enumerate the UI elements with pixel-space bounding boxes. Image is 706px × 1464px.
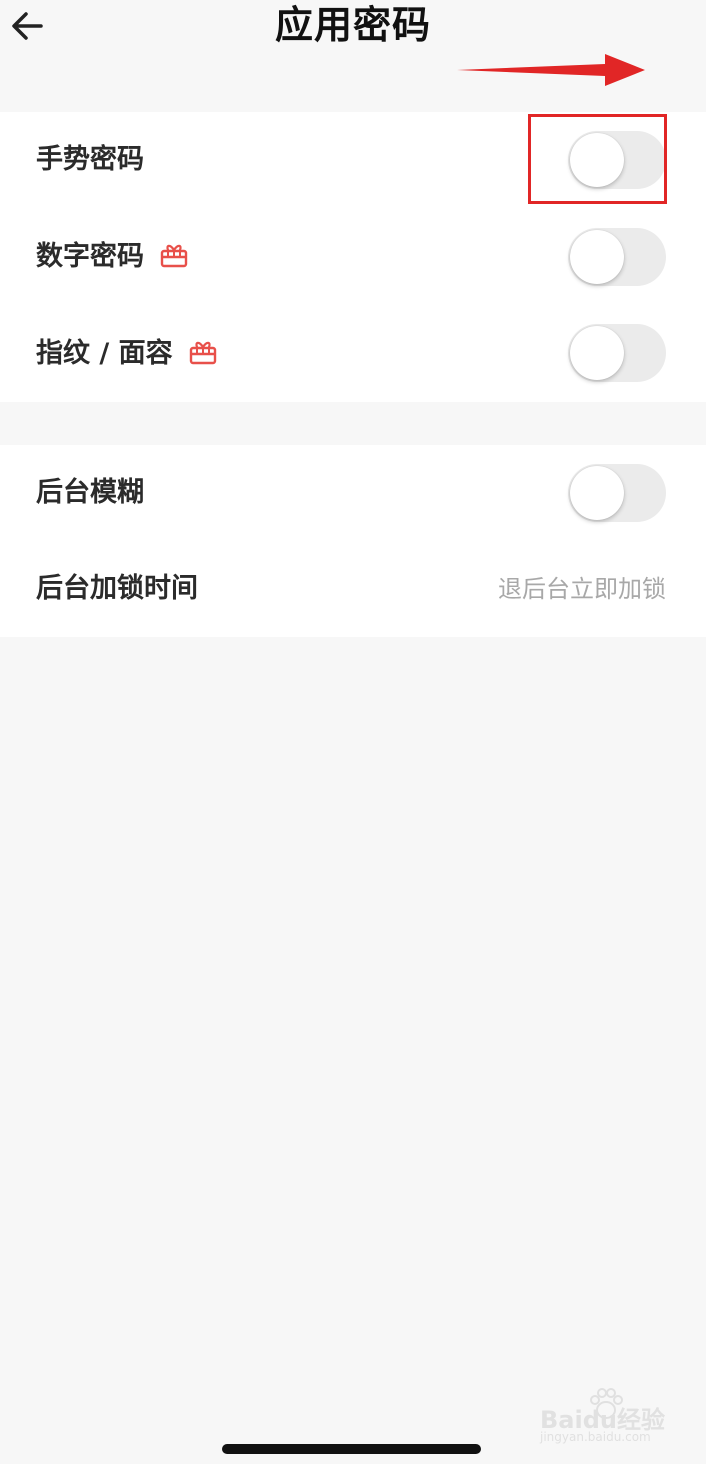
gesture-password-label: 手势密码 [36,144,144,175]
fingerprint-face-label: 指纹 / 面容 [36,306,217,402]
home-indicator[interactable] [222,1444,481,1454]
annotation-arrow-icon [457,54,645,86]
row-background-blur[interactable]: 后台模糊 [0,445,706,541]
number-password-label: 数字密码 [36,209,188,305]
background-lock-time-value: 退后台立即加锁 [498,575,666,603]
background-blur-toggle[interactable] [568,464,666,522]
number-password-toggle[interactable] [568,228,666,286]
toggle-knob [570,230,624,284]
row-background-lock-time[interactable]: 后台加锁时间 退后台立即加锁 [0,541,706,637]
settings-group-password: 手势密码 数字密码 指纹 / 面容 [0,112,706,402]
number-password-label-text: 数字密码 [36,241,144,272]
row-fingerprint-face[interactable]: 指纹 / 面容 [0,306,706,402]
row-number-password[interactable]: 数字密码 [0,209,706,305]
toggle-knob [570,133,624,187]
gift-icon [160,244,188,267]
toggle-knob [570,326,624,380]
background-lock-time-label: 后台加锁时间 [36,573,198,604]
fingerprint-face-label-text: 指纹 / 面容 [36,338,173,369]
row-gesture-password[interactable]: 手势密码 [0,112,706,208]
baidu-watermark: Baidu经验 jingyan.baidu.com [540,1386,670,1448]
gift-icon [189,341,216,364]
page-title: 应用密码 [274,3,431,47]
settings-group-background: 后台模糊 后台加锁时间 退后台立即加锁 [0,445,706,637]
background-blur-label: 后台模糊 [36,477,144,508]
watermark-sub-text: jingyan.baidu.com [540,1430,651,1444]
header-bar: 应用密码 [0,0,706,110]
fingerprint-face-toggle[interactable] [568,324,666,382]
toggle-knob [570,466,624,520]
gesture-password-toggle[interactable] [568,131,666,189]
